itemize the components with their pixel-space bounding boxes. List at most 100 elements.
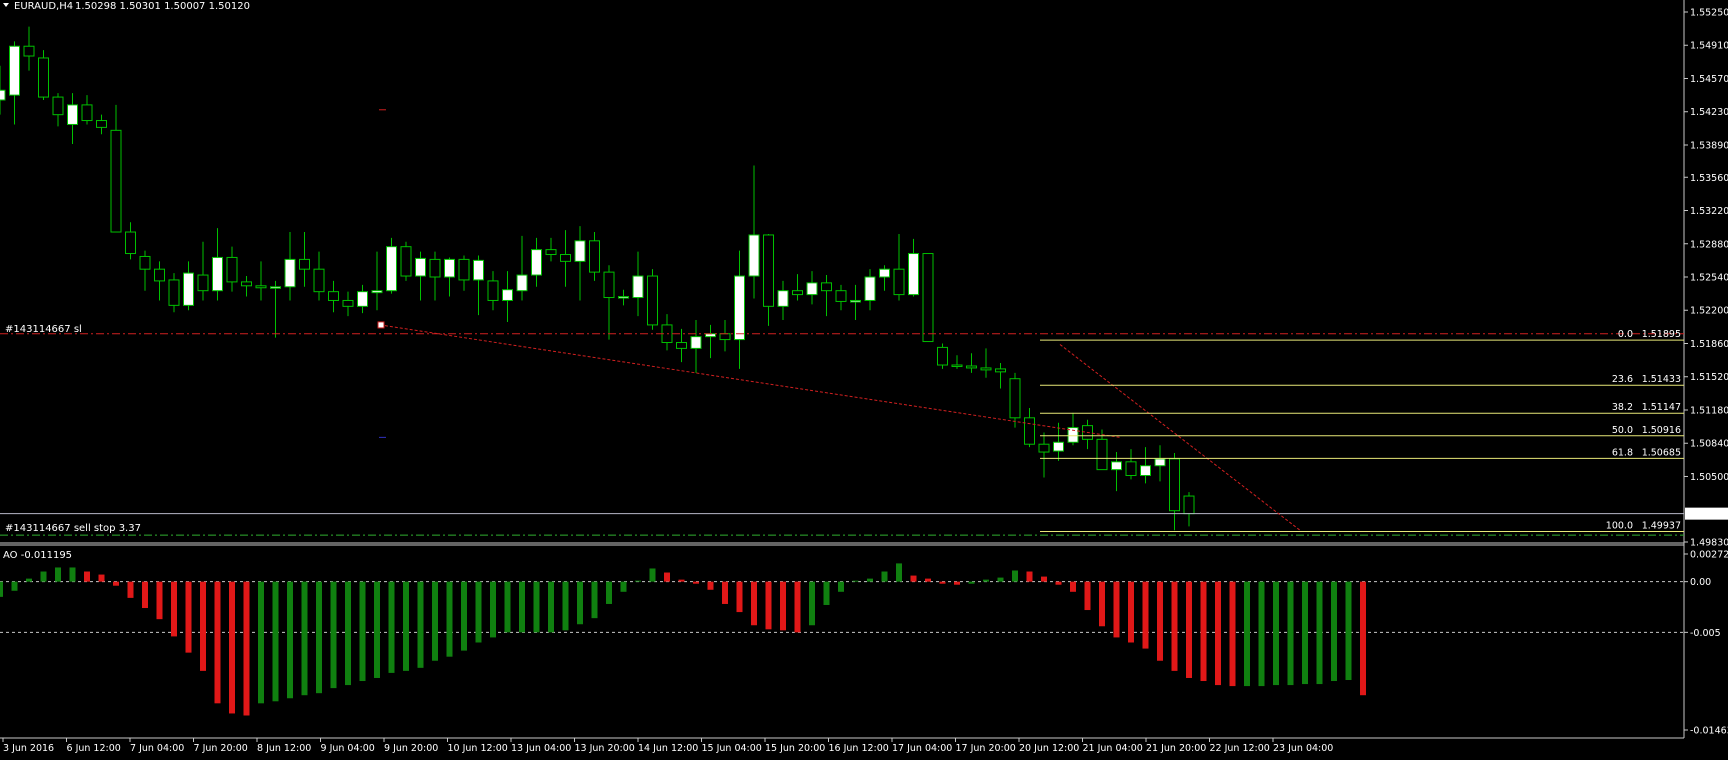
time-tick-label: 7 Jun 20:00: [194, 743, 248, 754]
ao-bar: [736, 581, 743, 613]
ao-bar: [490, 581, 496, 638]
bull-candle: [574, 240, 586, 262]
ao-bar: [751, 581, 757, 626]
bear-candle: [676, 342, 687, 349]
bear-candle: [342, 299, 354, 307]
fib-price-label: 1.51433: [1642, 374, 1681, 385]
price-tick-label: 1.52880: [1690, 239, 1728, 250]
price-tick-label: 1.55250: [1690, 8, 1728, 19]
time-tick-label: 21 Jun 04:00: [1083, 743, 1143, 754]
bear-candle: [1024, 417, 1035, 445]
ao-bar: [359, 581, 366, 682]
mt4-chart-window[interactable]: 0.0 1.51895 23.6 1.51433 38.2 1.51147 50.0 1.50…: [0, 0, 1728, 760]
ao-bar: [374, 581, 380, 678]
ao-bar: [84, 571, 90, 582]
price-axis[interactable]: 1.55250 1.54910 1.54570 1.54230 1.53890 1.535…: [1684, 8, 1728, 549]
bull-candle: [0, 89, 6, 101]
bear-candle: [1096, 438, 1108, 471]
bear-candle: [241, 281, 252, 287]
ao-bar: [1186, 581, 1192, 678]
ao-bar: [635, 580, 641, 582]
ao-bar: [1084, 581, 1091, 611]
fib-price-label: 1.50916: [1642, 425, 1681, 436]
ao-bar: [548, 581, 554, 633]
ao-bar: [954, 581, 960, 585]
ao-bar: [562, 581, 569, 631]
fib-level-label: 50.0: [1612, 425, 1633, 436]
ao-bar: [55, 567, 61, 582]
ao-bar: [838, 581, 844, 592]
bull-candle: [183, 272, 194, 306]
time-tick-label: 17 Jun 20:00: [956, 743, 1016, 754]
ao-bar: [272, 581, 279, 702]
bull-candle: [734, 275, 745, 341]
ao-bar: [1099, 581, 1105, 627]
ao-bar: [229, 581, 235, 714]
bear-candle: [821, 282, 832, 292]
price-tick-label: 1.51520: [1690, 372, 1728, 383]
bear-candle: [313, 268, 325, 293]
ao-bar: [388, 581, 395, 673]
ao-bar: [939, 581, 946, 584]
price-tick-label: 1.50500: [1690, 472, 1728, 483]
ao-bar: [345, 581, 351, 686]
price-chart[interactable]: 0.0 1.51895 23.6 1.51433 38.2 1.51147 50.0 1.50…: [0, 0, 1728, 760]
ao-bar: [1012, 570, 1018, 582]
bear-candle: [603, 271, 615, 299]
ao-bar: [214, 581, 221, 704]
ao-bar: [925, 578, 931, 582]
ao-tick-label: 0.002728: [1690, 550, 1728, 561]
bear-candle: [1125, 461, 1137, 477]
bear-candle: [81, 104, 93, 122]
time-axis[interactable]: 3 Jun 2016 6 Jun 12:00 7 Jun 04:00 7 Jun 20…: [2, 738, 1333, 754]
ao-bar: [780, 581, 786, 631]
ao-bar: [823, 581, 830, 605]
ao-bar: [1273, 581, 1279, 686]
bear-candle: [299, 258, 310, 270]
bear-candle: [139, 255, 151, 270]
ao-bar: [403, 581, 409, 671]
fib-level-label: 61.8: [1612, 447, 1633, 458]
ao-bar: [475, 581, 482, 643]
bear-candle: [1183, 495, 1195, 515]
ao-bar: [997, 577, 1004, 582]
bull-candle: [212, 256, 223, 292]
time-tick-label: 23 Jun 04:00: [1273, 743, 1333, 754]
ao-bar: [1345, 581, 1352, 681]
bull-candle: [632, 275, 644, 299]
ao-bar: [1316, 581, 1323, 685]
ao-bar: [1142, 581, 1149, 649]
order-marker-icon[interactable]: [377, 321, 385, 329]
ao-bar: [156, 581, 163, 620]
time-tick-label: 3 Jun 2016: [3, 743, 54, 754]
ao-bar: [606, 581, 612, 604]
bear-candle: [197, 274, 209, 292]
bull-candle: [1154, 458, 1166, 467]
bear-candle: [458, 258, 470, 281]
bear-candle: [487, 280, 499, 301]
bear-candle: [110, 129, 122, 233]
ao-bar: [417, 581, 424, 668]
bear-candle: [226, 256, 238, 283]
bull-candle: [371, 290, 383, 294]
ao-bar: [1157, 581, 1163, 661]
ao-bar: [1055, 581, 1062, 585]
bull-candle: [850, 299, 861, 303]
ao-bar: [504, 581, 511, 633]
bull-candle: [1111, 461, 1122, 471]
price-tick-label: 1.52200: [1690, 306, 1728, 317]
ao-bar: [316, 581, 322, 694]
ao-bar: [113, 581, 119, 586]
symbol-label: EURAUD,H4: [14, 1, 73, 12]
time-tick-label: 20 Jun 12:00: [1019, 743, 1079, 754]
bear-candle: [763, 234, 774, 307]
ao-bar: [1171, 581, 1178, 671]
bear-candle: [1009, 378, 1021, 419]
ao-bar: [983, 579, 989, 582]
ao-bar: [200, 581, 206, 671]
bear-candle: [893, 268, 905, 296]
bear-candle: [52, 96, 64, 116]
bear-candle: [23, 45, 35, 57]
ao-bar: [142, 581, 148, 609]
bear-candle: [980, 367, 992, 371]
